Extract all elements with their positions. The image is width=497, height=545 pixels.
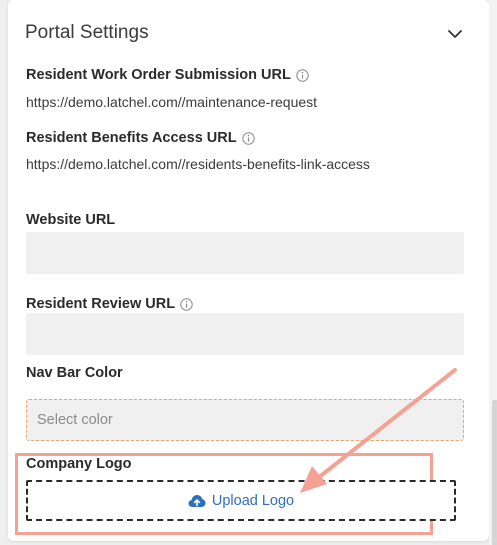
website-url-label: Website URL [26,212,115,228]
work-order-url-label-text: Resident Work Order Submission URL [26,67,291,83]
website-url-label-text: Website URL [26,212,116,228]
nav-bar-color-label-text: Nav Bar Color [26,365,123,381]
company-logo-label: Company Logo [26,456,132,472]
chevron-down-icon[interactable] [447,26,463,42]
edge-shadow [492,400,497,545]
company-logo-label-text: Company Logo [26,456,132,472]
benefits-url-label-text: Resident Benefits Access URL [26,130,237,146]
cloud-upload-icon [188,494,206,507]
panel-title: Portal Settings [25,22,149,43]
background-edge [489,0,497,545]
review-url-input[interactable] [26,313,464,355]
upload-logo-content: Upload Logo [188,493,294,509]
upload-logo-button[interactable]: Upload Logo [26,480,456,521]
work-order-url-value: https://demo.latchel.com//maintenance-re… [26,94,318,110]
upload-logo-label: Upload Logo [211,492,295,509]
website-url-input[interactable] [26,232,464,274]
work-order-url-label: Resident Work Order Submission URL [26,67,309,83]
info-icon[interactable] [296,68,309,82]
page: Portal Settings Resident Work Order Subm… [0,0,497,545]
benefits-url-value: https://demo.latchel.com//residents-bene… [26,156,370,172]
info-icon[interactable] [180,297,193,311]
nav-bar-color-select[interactable]: Select color [26,399,464,441]
nav-bar-color-label: Nav Bar Color [26,365,123,381]
review-url-label: Resident Review URL [26,296,193,312]
info-icon[interactable] [241,131,255,145]
benefits-url-label: Resident Benefits Access URL [26,130,255,146]
review-url-label-text: Resident Review URL [26,296,176,312]
nav-bar-color-placeholder: Select color [37,412,113,428]
